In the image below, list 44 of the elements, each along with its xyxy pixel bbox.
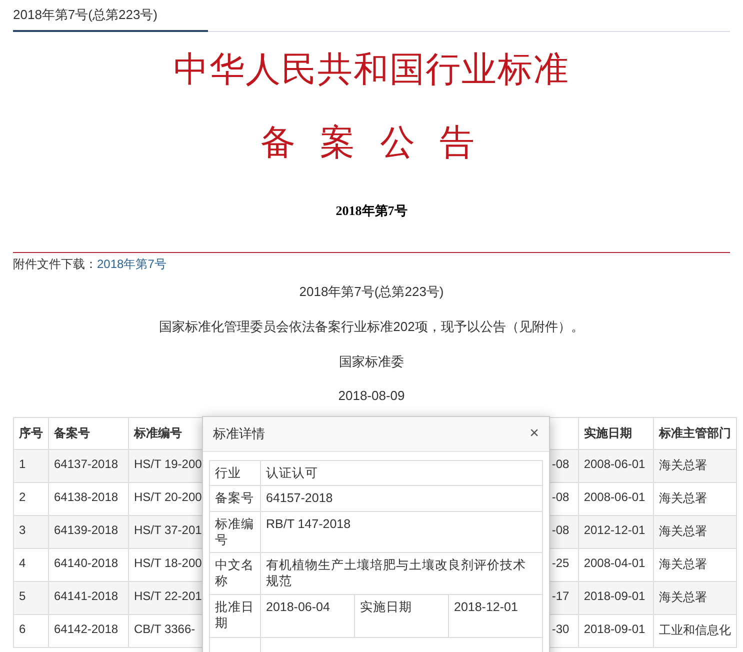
field-label: 标准编号 [210, 511, 260, 552]
issue-tab[interactable]: 2018年第7号(总第223号) [13, 6, 208, 32]
table-cell: 2018-09-01 [578, 582, 654, 614]
field-label: 中文名称 [210, 552, 260, 594]
table-cell: 海关总署 [653, 516, 736, 548]
table-cell: 64137-2018 [48, 450, 128, 482]
issue-number: 2018年第7号 [334, 202, 408, 220]
table-cell: 5 [14, 582, 48, 614]
field-value: 有机植物生产土壤培肥与土壤改良剂评价技术规范 [260, 552, 542, 594]
notice-line: 国家标准化管理委员会依法备案行业标准202项，现予以公告（见附件）。 [159, 318, 584, 336]
field-value: 认证认可 [260, 460, 542, 486]
page-title: 中华人民共和国行业标准 [172, 49, 570, 91]
field-value: 64157-2018 [260, 486, 542, 511]
table-cell: 海关总署 [653, 582, 736, 614]
table-cell: 2008-06-01 [578, 450, 654, 482]
column-header: 标准主管部门 [653, 418, 736, 450]
field-label: 实施日期 [354, 594, 448, 637]
field-value: RB/T 147-2018 [260, 511, 542, 552]
table-cell: 64142-2018 [48, 614, 128, 648]
table-cell: 2012-12-01 [578, 516, 654, 548]
notice-line: 2018-08-09 [338, 388, 405, 403]
table-cell: 64139-2018 [48, 516, 128, 548]
attachment-label: 附件文件下载： [13, 256, 97, 273]
table-cell: 64141-2018 [48, 582, 128, 614]
column-header: 序号 [14, 418, 48, 450]
column-header: 实施日期 [578, 418, 654, 450]
notice-line: 国家标准委 [339, 353, 404, 371]
page-subtitle: 备 案 公 告 [259, 122, 484, 164]
field-label: 行业 [210, 460, 260, 486]
attachment-link[interactable]: 2018年第7号 [97, 256, 166, 273]
field-label: 批准日期 [210, 594, 260, 637]
dialog-title: 标准详情 [213, 425, 265, 443]
table-cell: 6 [14, 614, 48, 648]
field-value: 2018-06-04 [260, 594, 354, 637]
table-cell: 2018-09-01 [578, 614, 654, 648]
close-button[interactable]: × [530, 426, 539, 442]
table-cell: 海关总署 [653, 450, 736, 482]
table-cell: 工业和信息化 [653, 614, 736, 648]
column-header: 备案号 [48, 418, 128, 450]
notice-line: 2018年第7号(总第223号) [299, 283, 444, 301]
field-value: 2018-12-01 [448, 594, 542, 637]
table-cell: 3 [14, 516, 48, 548]
field-label: 备案号 [210, 486, 260, 511]
table-cell: 1 [14, 450, 48, 482]
